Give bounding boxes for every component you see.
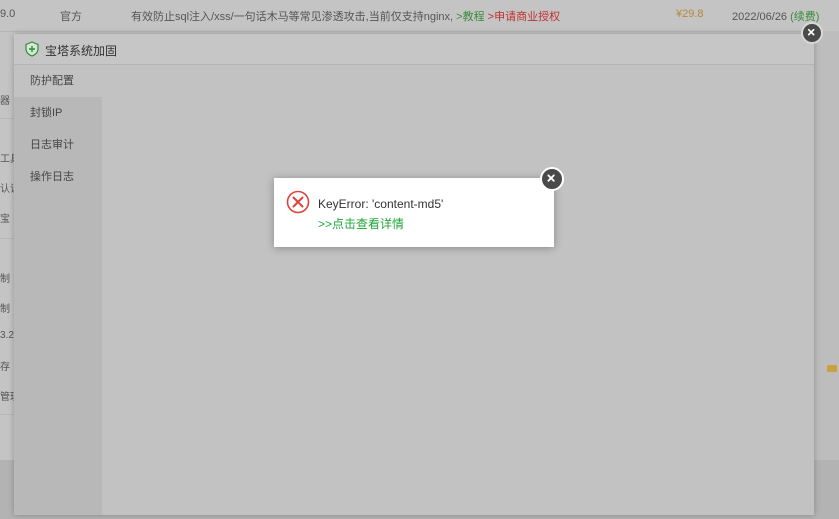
plugin-row: 9.0 官方 有效防止sql注入/xss/一句话木马等常见渗透攻击,当前仅支持n… (0, 0, 839, 32)
dialog-title: 宝塔系统加固 (45, 44, 118, 58)
dialog-sidebar: 防护配置 封锁IP 日志审计 操作日志 (14, 65, 102, 515)
dialog-header: 宝塔系统加固 (14, 34, 814, 65)
license-link[interactable]: >申请商业授权 (488, 11, 560, 23)
left-fragment: 管理 (0, 392, 14, 403)
left-fragment: 器 (0, 96, 10, 107)
tutorial-link[interactable]: >教程 (456, 11, 484, 23)
sidebar-item-block-ip[interactable]: 封锁IP (14, 97, 102, 129)
left-fragment: 3.2 (0, 330, 14, 341)
left-fragment: 宝 (0, 214, 10, 225)
system-hardening-dialog: 宝塔系统加固 防护配置 封锁IP 日志审计 操作日志 (14, 34, 814, 515)
renew-link[interactable]: (续费) (790, 11, 819, 23)
folder-icon[interactable] (827, 365, 837, 372)
close-icon (807, 28, 815, 36)
plugin-description-text: 有效防止sql注入/xss/一句话木马等常见渗透攻击,当前仅支持nginx, (131, 11, 454, 23)
expiry-info: 2022/06/26 (续费) (732, 8, 819, 24)
left-fragment: 存 (0, 362, 10, 373)
close-button[interactable] (801, 22, 823, 44)
sidebar-item-operation-log[interactable]: 操作日志 (14, 161, 102, 193)
shield-icon (25, 41, 39, 57)
row-divider (0, 414, 14, 415)
left-fragment: 制 (0, 274, 10, 285)
row-divider (0, 118, 14, 119)
error-circle-icon (286, 190, 310, 214)
alert-close-button[interactable] (540, 167, 564, 191)
left-fragment: 制 (0, 304, 10, 315)
plugin-version: 9.0 (0, 8, 16, 20)
error-message: KeyError: 'content-md5' (318, 197, 444, 211)
sidebar-item-protection-config[interactable]: 防护配置 (14, 65, 102, 97)
error-alert: KeyError: 'content-md5' >>点击查看详情 (274, 178, 554, 247)
plugin-price: ¥29.8 (676, 8, 704, 20)
plugin-description: 有效防止sql注入/xss/一句话木马等常见渗透攻击,当前仅支持nginx, >… (131, 8, 560, 24)
sidebar-item-log-audit[interactable]: 日志审计 (14, 129, 102, 161)
right-strip (814, 31, 839, 511)
plugin-type: 官方 (60, 11, 82, 23)
expiry-date: 2022/06/26 (732, 11, 788, 23)
left-fragment: 认证 (0, 184, 14, 195)
row-divider (0, 238, 14, 239)
left-fragment: 工具 (0, 154, 14, 165)
view-details-link[interactable]: >>点击查看详情 (318, 215, 404, 232)
close-icon (547, 174, 555, 182)
dialog-content (102, 65, 814, 515)
